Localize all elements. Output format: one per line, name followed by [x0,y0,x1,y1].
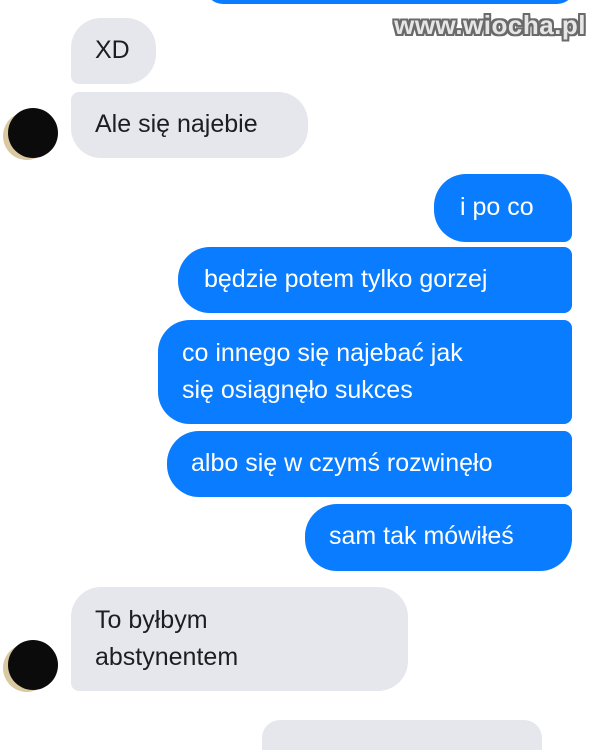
message-bubble-incoming: Ale się najebie [71,92,308,158]
contact-avatar[interactable] [8,640,58,690]
message-bubble-incoming: To byłbym abstynentem [71,587,408,691]
message-bubble-outgoing: sam tak mówiłeś [305,504,572,571]
watermark: www.wiocha.pl [394,10,586,40]
message-bubble-outgoing: co innego się najebać jak się osiągnęło … [158,320,572,424]
message-bubble-partial-top [205,0,575,4]
message-bubble-outgoing: albo się w czymś rozwinęło [167,431,572,497]
message-bubble-outgoing: i po co [434,174,572,242]
message-bubble-incoming: XD [71,18,156,84]
message-bubble-partial-bottom [262,720,542,750]
contact-avatar[interactable] [8,108,58,158]
message-bubble-outgoing: będzie potem tylko gorzej [178,247,572,313]
